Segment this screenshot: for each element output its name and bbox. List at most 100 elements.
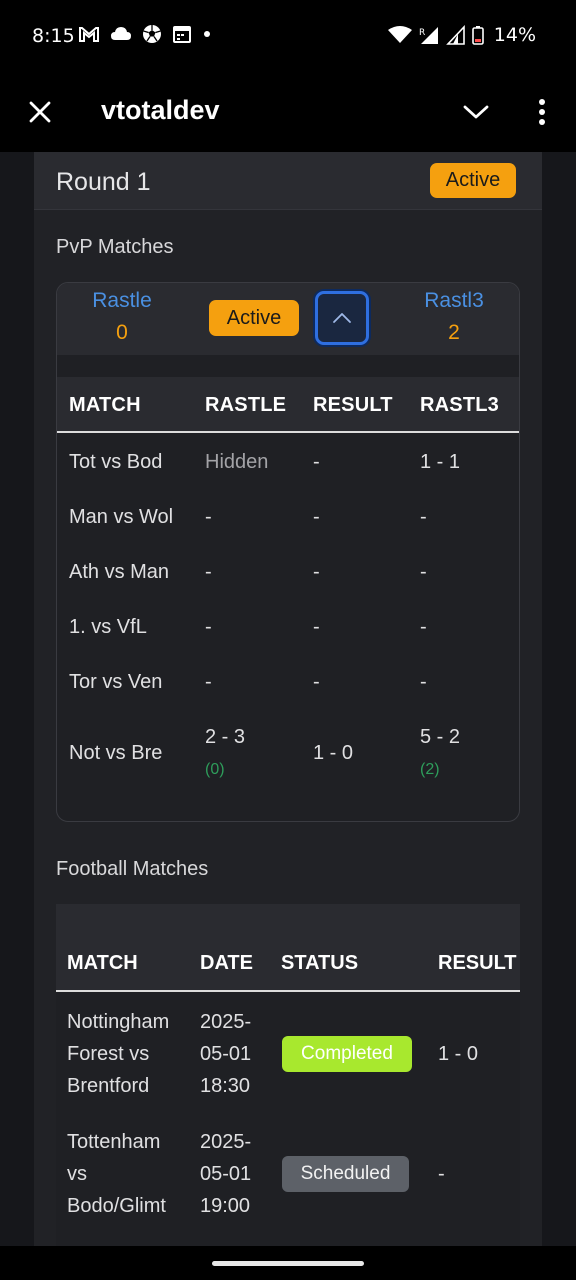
col-player-1: RASTLE [205,394,287,416]
player-2-score: 2 [448,321,460,344]
row-player-1-pick: - [205,671,212,693]
row-result: - [313,616,320,638]
signal-icon-2 [445,25,465,45]
col-result: RESULT [438,952,517,974]
dot-icon [204,31,210,37]
player-2-name: Rastl3 [424,289,484,312]
row-result: 1 - 0 [438,1043,479,1065]
round-card: Round 1 Active PvP Matches Rastle 0 Acti… [34,152,542,1246]
wifi-icon [387,26,412,43]
row-player-2-pick: 1 - 1 [420,451,461,473]
row-date-line: 2025- [200,1131,252,1153]
row-player-1-points: (0) [205,761,225,778]
round-header: Round 1 Active [34,152,542,210]
more-vertical-icon [539,99,545,125]
row-player-1-pick: - [205,506,212,528]
round-status-badge: Active [430,163,516,198]
row-date: 2025- 05-01 18:30 [200,1006,251,1102]
row-player-2-pick: - [420,506,427,528]
more-options-button[interactable] [528,92,556,132]
row-result: - [313,451,320,473]
battery-percent: 14% [493,24,536,46]
row-match: Tot vs Bod [69,451,163,473]
player-2: Rastl3 2 [409,289,499,345]
soccer-ball-icon [143,25,161,43]
home-gesture-handle[interactable] [212,1261,364,1266]
row-date-line: 18:30 [200,1075,251,1097]
row-player-1-pick: Hidden [205,451,269,473]
row-date-line: 05-01 [200,1163,252,1185]
row-match: Ath vs Man [69,561,170,583]
col-result: RESULT [313,394,393,416]
app-title: vtotaldev [101,95,220,125]
row-match-line: Forest vs [67,1043,150,1065]
round-title: Round 1 [56,168,151,196]
col-match: MATCH [69,394,141,416]
row-date-line: 05-01 [200,1043,252,1065]
cloud-icon [111,27,131,40]
row-match: Nottingham Forest vs Brentford [67,1006,169,1102]
row-result: 1 - 0 [313,742,354,764]
row-date-line: 19:00 [200,1195,251,1217]
status-time: 8:15 [32,25,75,47]
row-match-line: Brentford [67,1075,150,1097]
row-match: Man vs Wol [69,506,174,528]
navigation-bar [0,1246,576,1280]
row-match: 1. vs VfL [69,616,147,638]
chevron-down-icon [463,105,489,119]
player-1-name: Rastle [92,289,152,312]
row-match-line: vs [67,1163,87,1185]
col-player-2: RASTL3 [420,394,499,416]
row-match: Tottenham vs Bodo/Glimt [67,1126,166,1222]
football-table: MATCH DATE STATUS RESULT Nottingham Fore… [56,904,520,1246]
status-badge: Scheduled [282,1156,409,1192]
status-bar: 8:15 R 14% [0,0,576,72]
football-table-header: MATCH DATE STATUS RESULT [56,904,520,992]
pvp-header: Rastle 0 Active Rastl3 2 [57,283,519,355]
row-player-2-pick: - [420,616,427,638]
pvp-status-badge: Active [209,300,299,336]
row-match-line: Tottenham [67,1131,161,1153]
row-match: Tor vs Ven [69,671,163,693]
status-badge: Completed [282,1036,412,1072]
pvp-table-header: MATCH RASTLE RESULT RASTL3 [57,377,519,433]
calendar-icon [173,26,191,43]
row-player-2-pick: - [420,671,427,693]
row-result: - [438,1163,445,1185]
chevron-up-icon [333,313,351,323]
col-match: MATCH [67,952,138,974]
battery-icon [471,26,484,45]
app-bar: vtotaldev [0,72,576,152]
row-match: Not vs Bre [69,742,163,764]
row-match-line: Bodo/Glimt [67,1195,166,1217]
row-player-1-pick: 2 - 3 [205,726,246,748]
expand-button[interactable] [458,94,494,130]
pvp-section-title: PvP Matches [56,236,174,258]
row-date: 2025- 05-01 19:00 [200,1126,251,1222]
row-date-line: 2025- [200,1011,252,1033]
row-result: - [313,506,320,528]
gmail-icon [79,27,99,42]
close-icon [29,101,51,123]
row-player-2-pick: 5 - 2 [420,726,461,748]
row-player-1-pick: - [205,561,212,583]
pvp-match-card: Rastle 0 Active Rastl3 2 MATCH RASTLE RE… [56,282,520,822]
signal-icon: R [419,27,438,44]
col-date: DATE [200,952,253,974]
collapse-button[interactable] [315,291,369,345]
notification-icons [78,24,212,44]
row-player-2-points: (2) [420,761,440,778]
col-status: STATUS [281,952,359,974]
player-1-score: 0 [116,321,128,344]
row-result: - [313,561,320,583]
svg-text:R: R [419,28,425,38]
close-button[interactable] [22,92,58,132]
page-content[interactable]: Round 1 Active PvP Matches Rastle 0 Acti… [0,152,576,1246]
row-player-1-pick: - [205,616,212,638]
football-section-title: Football Matches [56,858,209,880]
row-result: - [313,671,320,693]
player-1: Rastle 0 [77,289,167,345]
system-icons: R 14% [387,24,536,46]
row-match-line: Nottingham [67,1011,170,1033]
row-player-2-pick: - [420,561,427,583]
